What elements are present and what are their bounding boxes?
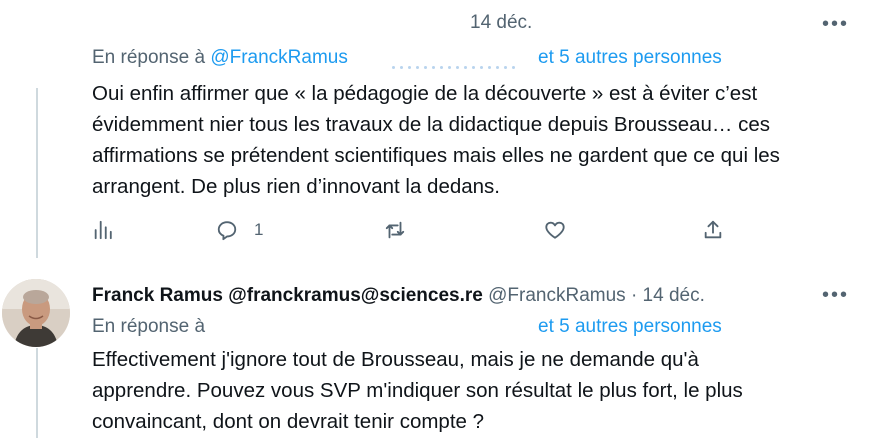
reply-context: En réponse à — [92, 316, 205, 338]
retweet-button[interactable] — [384, 215, 406, 245]
reply-prefix: En réponse à — [92, 47, 206, 68]
thread-line — [36, 88, 38, 258]
thread-line — [36, 348, 38, 438]
reply-handle-link[interactable]: @FranckRamus — [210, 47, 348, 68]
tweet-text-line: affirmations se prétendent scientifiques… — [92, 144, 780, 167]
tweet-text-line: Effectivement j'ignore tout de Brousseau… — [92, 348, 699, 371]
tweet-text: Effectivement j'ignore tout de Brousseau… — [92, 344, 743, 437]
tweet-text: Oui enfin affirmer que « la pédagogie de… — [92, 78, 780, 202]
reply-others-link[interactable]: et 5 autres personnes — [538, 316, 722, 338]
reply-icon — [217, 221, 237, 241]
like-icon — [545, 221, 565, 239]
redacted-handle — [392, 56, 520, 69]
reply-button[interactable]: 1 — [216, 215, 263, 245]
tweet-text-line: Oui enfin affirmer que « la pédagogie de… — [92, 82, 758, 105]
avatar[interactable] — [2, 279, 70, 347]
analytics-button[interactable] — [92, 215, 114, 245]
tweet-date[interactable]: 14 déc. — [470, 12, 532, 34]
author-name[interactable]: Franck Ramus @franckramus@sciences.re — [92, 285, 483, 306]
avatar-photo — [2, 279, 70, 347]
more-icon[interactable]: ••• — [822, 14, 849, 34]
tweet-text-line: évidemment nier tous les travaux de la d… — [92, 113, 771, 136]
analytics-icon — [94, 220, 112, 240]
share-button[interactable] — [702, 215, 724, 245]
reply-others-link[interactable]: et 5 autres personnes — [538, 47, 722, 69]
tweet-text-line: convaincant, dont on devrait tenir compt… — [92, 410, 485, 433]
retweet-icon — [385, 221, 405, 239]
share-icon — [704, 220, 722, 239]
author-handle-date[interactable]: @FranckRamus · 14 déc. — [488, 285, 705, 306]
tweet-actions: 1 — [92, 215, 732, 247]
reply-prefix: En réponse à — [92, 316, 206, 337]
tweet-author[interactable]: Franck Ramus @franckramus@sciences.re @F… — [92, 285, 705, 307]
more-icon[interactable]: ••• — [822, 285, 849, 305]
reply-context: En réponse à @FranckRamus — [92, 47, 348, 69]
tweet-text-line: arrangent. De plus rien d’innovant la de… — [92, 175, 500, 198]
tweet-text-line: apprendre. Pouvez vous SVP m'indiquer so… — [92, 379, 743, 402]
reply-count: 1 — [254, 220, 264, 239]
like-button[interactable] — [544, 215, 566, 245]
